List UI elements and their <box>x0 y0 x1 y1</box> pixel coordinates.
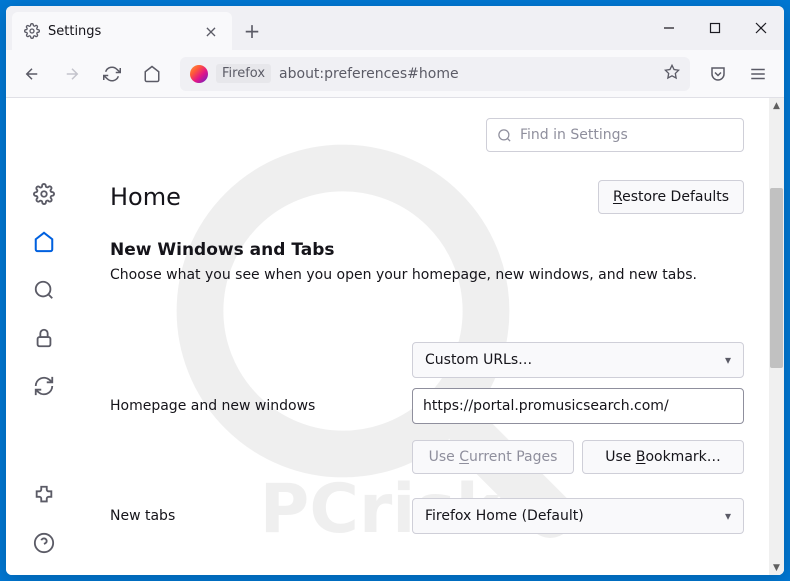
find-in-settings-input[interactable]: Find in Settings <box>486 118 744 152</box>
use-bookmark-button[interactable]: Use Bookmark… <box>582 440 744 474</box>
gear-icon <box>24 23 40 39</box>
url-bar[interactable]: Firefox about:preferences#home <box>180 57 690 91</box>
reload-button[interactable] <box>94 56 130 92</box>
chevron-down-icon: ▾ <box>725 353 731 367</box>
select-value: Custom URLs… <box>425 352 532 368</box>
newtabs-select[interactable]: Firefox Home (Default) ▾ <box>412 498 744 534</box>
app-menu-button[interactable] <box>740 56 776 92</box>
sidebar-home-icon[interactable] <box>32 230 56 254</box>
homepage-mode-select[interactable]: Custom URLs… ▾ <box>412 342 744 378</box>
use-current-pages-button[interactable]: Use Current Pages <box>412 440 574 474</box>
sidebar-search-icon[interactable] <box>32 278 56 302</box>
section-description: Choose what you see when you open your h… <box>110 266 744 286</box>
firefox-icon <box>190 65 208 83</box>
sidebar-help-icon[interactable] <box>32 531 56 555</box>
tab-title: Settings <box>48 24 194 39</box>
homepage-label: Homepage and new windows <box>110 398 400 414</box>
sidebar-extensions-icon[interactable] <box>32 483 56 507</box>
sidebar-general-icon[interactable] <box>32 182 56 206</box>
forward-button[interactable] <box>54 56 90 92</box>
url-text: about:preferences#home <box>279 66 656 82</box>
restore-defaults-button[interactable]: Restore Defaults <box>598 180 744 214</box>
new-tab-button[interactable]: + <box>236 12 268 50</box>
url-identity-label: Firefox <box>216 64 271 83</box>
search-placeholder: Find in Settings <box>520 127 628 143</box>
homepage-url-input[interactable] <box>412 388 744 424</box>
back-button[interactable] <box>14 56 50 92</box>
newtabs-label: New tabs <box>110 508 400 524</box>
page-title: Home <box>110 183 181 211</box>
close-tab-button[interactable]: × <box>202 22 220 40</box>
search-icon <box>497 128 512 143</box>
home-button[interactable] <box>134 56 170 92</box>
toolbar: Firefox about:preferences#home <box>6 50 784 98</box>
window-close-button[interactable] <box>738 6 784 50</box>
browser-tab[interactable]: Settings × <box>12 12 232 50</box>
chevron-down-icon: ▾ <box>725 509 731 523</box>
sidebar-privacy-icon[interactable] <box>32 326 56 350</box>
titlebar: Settings × + <box>6 6 784 50</box>
section-heading: New Windows and Tabs <box>110 240 744 260</box>
select-value: Firefox Home (Default) <box>425 508 584 524</box>
window-minimize-button[interactable] <box>646 6 692 50</box>
settings-sidebar <box>6 98 82 575</box>
sidebar-sync-icon[interactable] <box>32 374 56 398</box>
bookmark-star-icon[interactable] <box>664 64 680 84</box>
settings-content: Find in Settings Home Restore Defaults N… <box>82 98 784 575</box>
save-to-pocket-button[interactable] <box>700 56 736 92</box>
window-maximize-button[interactable] <box>692 6 738 50</box>
